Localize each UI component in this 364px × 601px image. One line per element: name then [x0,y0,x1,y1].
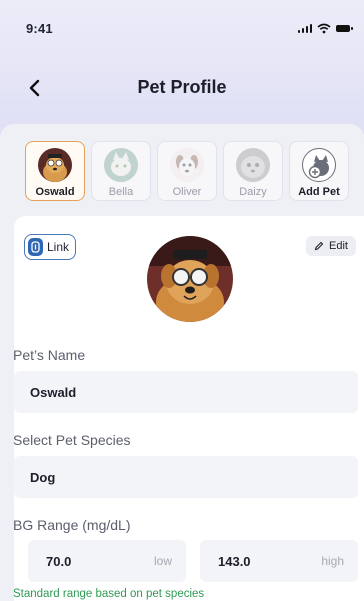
status-time: 9:41 [26,20,53,36]
link-icon [28,238,43,256]
species-select[interactable]: Dog [14,456,358,498]
pet-avatar [104,148,138,182]
battery-icon [336,24,353,32]
pencil-icon [314,241,324,251]
add-pet-label: Add Pet [298,186,340,198]
pet-selector: Oswald Bella Oliver Daizy Add Pet [25,141,360,201]
bg-high-input[interactable]: 143.0 high [200,540,358,582]
edit-label: Edit [329,240,348,252]
pet-avatar [170,148,204,182]
bg-range-label: BG Range (mg/dL) [13,517,131,533]
wifi-icon [317,23,331,33]
pet-profile-photo [147,236,233,322]
pet-tab-oswald[interactable]: Oswald [25,141,85,201]
back-button[interactable] [24,77,44,99]
pet-name-label: Pet’s Name [13,347,86,363]
pet-tab-bella[interactable]: Bella [91,141,151,201]
pet-avatar [38,148,72,182]
species-label: Select Pet Species [13,432,131,448]
bg-high-unit: high [321,554,344,568]
link-button[interactable]: Link [24,234,77,260]
page-title: Pet Profile [137,76,227,97]
edit-button[interactable]: Edit [306,236,356,256]
nav-bar: Pet Profile [0,70,364,104]
bg-low-value: 70.0 [46,553,72,569]
bg-high-value: 143.0 [218,553,251,569]
pet-tab-label: Oswald [35,186,75,198]
bg-low-input[interactable]: 70.0 low [28,540,186,582]
bg-range-hint: Standard range based on pet species [13,588,205,600]
pet-tab-label: Bella [108,186,134,198]
pet-avatar [236,148,270,182]
pet-tab-label: Daizy [239,186,267,198]
pet-tab-oliver[interactable]: Oliver [157,141,217,201]
signal-icon [297,23,312,33]
bg-low-unit: low [153,554,172,568]
add-pet-icon [302,148,336,182]
pet-tab-daizy[interactable]: Daizy [223,141,283,201]
link-label: Link [47,240,70,254]
pet-tab-label: Oliver [172,186,202,198]
add-pet-button[interactable]: Add Pet [289,141,349,201]
status-bar: 9:41 [26,18,353,38]
pet-name-field[interactable]: Oswald [14,371,358,413]
chevron-left-icon [29,79,40,97]
status-icons [297,23,353,34]
